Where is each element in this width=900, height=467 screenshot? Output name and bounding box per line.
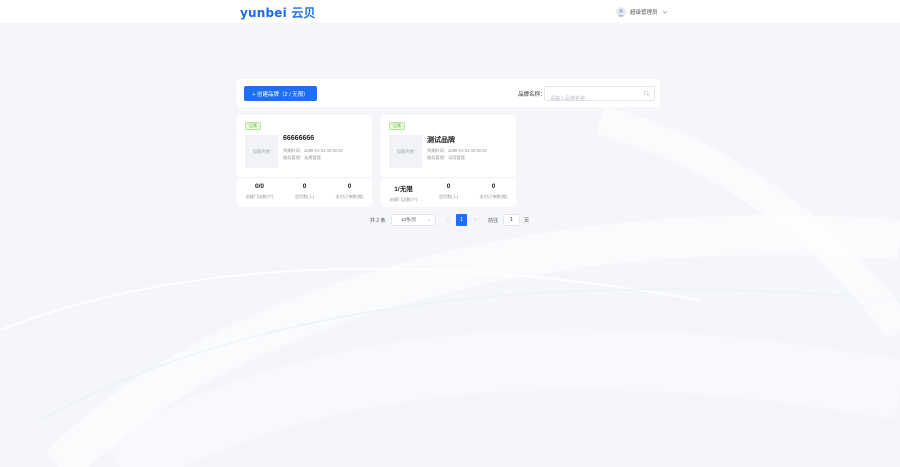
stat-value: 1/无限 xyxy=(394,186,413,193)
chevron-down-icon xyxy=(662,10,667,13)
stat-value: 0 xyxy=(347,183,352,190)
goto-label: 前往 xyxy=(488,218,499,224)
filter-toolbar: + 创建品牌（2 / 无限） 品牌名称： xyxy=(237,79,660,107)
brand-expire-time: 到期时间：2099-01-01 00:00:00 xyxy=(283,148,343,153)
user-menu[interactable]: 超级管理员 xyxy=(616,5,668,18)
stat-label: 会员数(人) xyxy=(294,194,315,199)
background-swirl xyxy=(0,105,900,467)
avatar xyxy=(616,6,626,17)
total-count: 共 2 条 xyxy=(370,218,386,224)
stat-members: 0 会员数(人) xyxy=(426,183,471,200)
page-size-select[interactable]: 10条/页 xyxy=(391,214,436,226)
search-box xyxy=(544,86,655,106)
create-brand-button[interactable]: + 创建品牌（2 / 无限） xyxy=(244,86,317,101)
stat-orders: 0 支付订单数(笔) xyxy=(471,183,516,200)
brand-expire-time: 到期时间：2099-01-01 00:00:00 xyxy=(427,148,487,153)
stat-label: 创建门店数(个) xyxy=(245,194,274,199)
page-suffix: 页 xyxy=(524,218,530,224)
prev-page-button[interactable]: ‹ xyxy=(444,216,452,224)
next-page-button[interactable]: › xyxy=(471,216,479,224)
user-icon xyxy=(617,8,625,17)
brand-service-manager: 服务管理：试用管理 xyxy=(427,155,465,160)
brand-card[interactable]: 正常 加载失败 66666666 到期时间：2099-01-01 00:00:0… xyxy=(237,115,372,207)
brand-logo[interactable]: yunbei 云贝 xyxy=(240,4,316,21)
brand-search-input[interactable] xyxy=(545,92,640,106)
brand-title: 测试品牌 xyxy=(427,137,455,144)
stat-value: 0/0 xyxy=(254,183,265,190)
brand-title: 66666666 xyxy=(283,135,315,142)
stat-label: 支付订单数(笔) xyxy=(479,194,508,199)
stat-label: 支付订单数(笔) xyxy=(335,194,364,199)
stat-value: 0 xyxy=(302,183,307,190)
user-name: 超级管理员 xyxy=(630,9,658,16)
brand-service-manager: 服务管理：无需管理 xyxy=(283,155,321,160)
stat-members: 0 会员数(人) xyxy=(282,183,327,200)
stat-label: 创建门店数(个) xyxy=(389,197,418,202)
brand-thumbnail: 加载失败 xyxy=(245,135,278,168)
status-badge: 正常 xyxy=(245,122,261,130)
card-divider xyxy=(237,177,372,178)
brand-name-label: 品牌名称： xyxy=(518,92,546,98)
chevron-down-icon xyxy=(427,219,432,222)
stat-orders: 0 支付订单数(笔) xyxy=(327,183,372,200)
brand-thumbnail: 加载失败 xyxy=(389,135,422,168)
stat-stores: 0/0 创建门店数(个) xyxy=(237,183,282,200)
stat-value: 0 xyxy=(491,183,496,190)
top-header: yunbei 云贝 超级管理员 xyxy=(0,0,900,23)
stat-stores: 1/无限 创建门店数(个) xyxy=(381,183,426,203)
goto-page-input[interactable] xyxy=(503,214,520,226)
stat-label: 会员数(人) xyxy=(438,194,459,199)
brand-card[interactable]: 正常 加载失败 测试品牌 到期时间：2099-01-01 00:00:00 服务… xyxy=(381,115,516,207)
status-badge: 正常 xyxy=(389,122,405,130)
stat-value: 0 xyxy=(446,183,451,190)
page-size-value: 10条/页 xyxy=(401,217,417,222)
search-icon[interactable] xyxy=(643,90,650,97)
page-number-current[interactable]: 1 xyxy=(456,214,467,226)
card-divider xyxy=(381,177,516,178)
pagination: 共 2 条 10条/页 ‹ 1 › 前往 页 xyxy=(0,214,900,226)
